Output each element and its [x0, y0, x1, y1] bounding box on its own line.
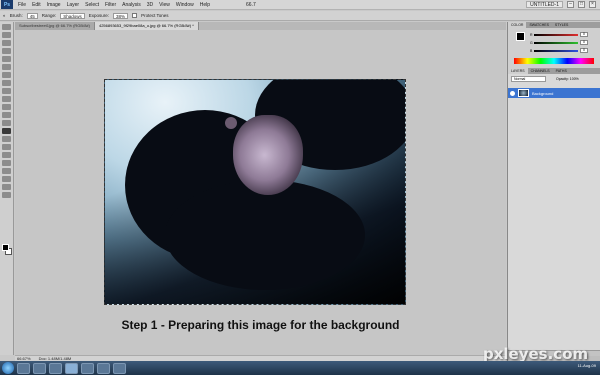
layers-panel: Normal Opacity: 100% Background: [508, 74, 600, 356]
slider-green-track[interactable]: [534, 42, 578, 44]
hair-shape: [165, 180, 365, 290]
color-panel-foreground-swatch[interactable]: [516, 32, 525, 41]
eyedropper-tool-icon[interactable]: [2, 64, 11, 70]
minimize-icon[interactable]: –: [567, 1, 574, 8]
healing-tool-icon[interactable]: [2, 72, 11, 78]
document-tabs: Subscribestreet1jpg @ 66.7% (RGB/8#) 425…: [15, 22, 506, 30]
ear-shape: [225, 117, 237, 129]
menu-analysis[interactable]: Analysis: [119, 2, 144, 8]
menu-layer[interactable]: Layer: [64, 2, 83, 8]
face-shape: [233, 115, 303, 195]
range-select[interactable]: Shadows: [60, 12, 85, 19]
3d-rotate-tool-icon[interactable]: [2, 168, 11, 174]
gradient-tool-icon[interactable]: [2, 112, 11, 118]
menu-help[interactable]: Help: [197, 2, 213, 8]
slider-red-value[interactable]: 0: [580, 32, 588, 37]
canvas-workspace[interactable]: Step 1 - Preparing this image for the ba…: [15, 30, 506, 355]
menu-select[interactable]: Select: [82, 2, 102, 8]
taskbar-firefox-icon[interactable]: [33, 362, 46, 374]
blend-mode-select[interactable]: Normal: [511, 76, 546, 82]
layer-row-background[interactable]: Background: [508, 88, 600, 98]
taskbar-app-icon[interactable]: [113, 362, 126, 374]
taskbar-clock[interactable]: 11-Aug-09: [578, 363, 596, 368]
menu-image[interactable]: Image: [44, 2, 64, 8]
lasso-tool-icon[interactable]: [2, 40, 11, 46]
3d-orbit-tool-icon[interactable]: [2, 176, 11, 182]
tab-document-2[interactable]: 4256893653_9f29bae08a_o.jpg @ 66.7% (RGB…: [94, 22, 199, 30]
exposure-field[interactable]: 38%: [113, 12, 129, 19]
brush-size-field[interactable]: 45: [26, 12, 38, 19]
hand-tool-icon[interactable]: [2, 184, 11, 190]
slider-blue-label: B: [530, 49, 533, 53]
tools-panel: [0, 22, 14, 355]
blur-tool-icon[interactable]: [2, 120, 11, 126]
layer-name: Background: [532, 90, 554, 96]
step-caption: Step 1 - Preparing this image for the ba…: [121, 318, 400, 332]
range-label: Range:: [41, 13, 57, 18]
slider-red[interactable]: R 0: [530, 32, 590, 37]
exposure-label: Exposure:: [88, 13, 110, 18]
zoom-tool-icon[interactable]: [2, 192, 11, 198]
clone-stamp-tool-icon[interactable]: [2, 88, 11, 94]
slider-green[interactable]: G 0: [530, 40, 590, 45]
opacity-field[interactable]: Opacity: 100%: [556, 76, 579, 82]
shape-tool-icon[interactable]: [2, 160, 11, 166]
maximize-icon[interactable]: □: [578, 1, 585, 8]
slider-green-value[interactable]: 0: [580, 40, 588, 45]
slider-green-label: G: [530, 41, 533, 45]
layer-thumbnail: [518, 89, 529, 97]
move-tool-icon[interactable]: [2, 24, 11, 30]
protect-tones-checkbox[interactable]: [132, 13, 138, 18]
menu-window[interactable]: Window: [173, 2, 197, 8]
windows-taskbar: 11-Aug-09: [0, 361, 600, 375]
menu-view[interactable]: View: [156, 2, 173, 8]
taskbar-ie-icon[interactable]: [17, 362, 30, 374]
workspace-name[interactable]: UNTITLED-1: [526, 1, 563, 8]
crop-tool-icon[interactable]: [2, 56, 11, 62]
slider-blue[interactable]: B 0: [530, 48, 590, 53]
tab-document-1[interactable]: Subscribestreet1jpg @ 66.7% (RGB/8#): [15, 22, 95, 30]
slider-red-track[interactable]: [534, 34, 578, 36]
photoshop-logo: Ps: [1, 0, 13, 9]
burn-tool-icon[interactable]: [2, 128, 11, 134]
history-brush-tool-icon[interactable]: [2, 96, 11, 102]
type-tool-icon[interactable]: [2, 144, 11, 150]
menu-file[interactable]: File: [15, 2, 29, 8]
color-panel: R 0 G 0 B 0: [508, 28, 600, 68]
visibility-eye-icon[interactable]: [510, 90, 515, 96]
eraser-tool-icon[interactable]: [2, 104, 11, 110]
menu-filter[interactable]: Filter: [102, 2, 119, 8]
slider-blue-track[interactable]: [534, 50, 578, 52]
menu-edit[interactable]: Edit: [29, 2, 44, 8]
panel-dock: COLOR SWATCHES STYLES R 0 G 0 B 0 LAYERS…: [507, 22, 600, 361]
zoom-level[interactable]: 66.7: [243, 2, 259, 8]
taskbar-explorer-icon[interactable]: [81, 362, 94, 374]
options-bar: ◐ Brush: 45 Range: Shadows Exposure: 38%…: [0, 11, 600, 21]
taskbar-app-icon[interactable]: [97, 362, 110, 374]
protect-tones-label: Protect Tones: [141, 13, 169, 18]
menu-bar: Ps File Edit Image Layer Select Filter A…: [0, 0, 600, 10]
path-select-tool-icon[interactable]: [2, 152, 11, 158]
pen-tool-icon[interactable]: [2, 136, 11, 142]
start-button[interactable]: [2, 362, 14, 374]
color-spectrum[interactable]: [514, 58, 594, 64]
brush-tool-icon[interactable]: [2, 80, 11, 86]
clock-date: 11-Aug-09: [577, 363, 596, 368]
taskbar-photoshop-icon[interactable]: [65, 362, 78, 374]
document-image[interactable]: [104, 79, 406, 305]
menu-3d[interactable]: 3D: [144, 2, 156, 8]
quick-select-tool-icon[interactable]: [2, 48, 11, 54]
close-icon[interactable]: ×: [589, 1, 596, 8]
slider-red-label: R: [530, 33, 533, 37]
brush-label: Brush:: [9, 13, 23, 18]
foreground-color-swatch[interactable]: [2, 244, 9, 251]
slider-blue-value[interactable]: 0: [580, 48, 588, 53]
taskbar-media-icon[interactable]: [49, 362, 62, 374]
tool-preset-icon[interactable]: ◐: [3, 13, 6, 18]
marquee-tool-icon[interactable]: [2, 32, 11, 38]
